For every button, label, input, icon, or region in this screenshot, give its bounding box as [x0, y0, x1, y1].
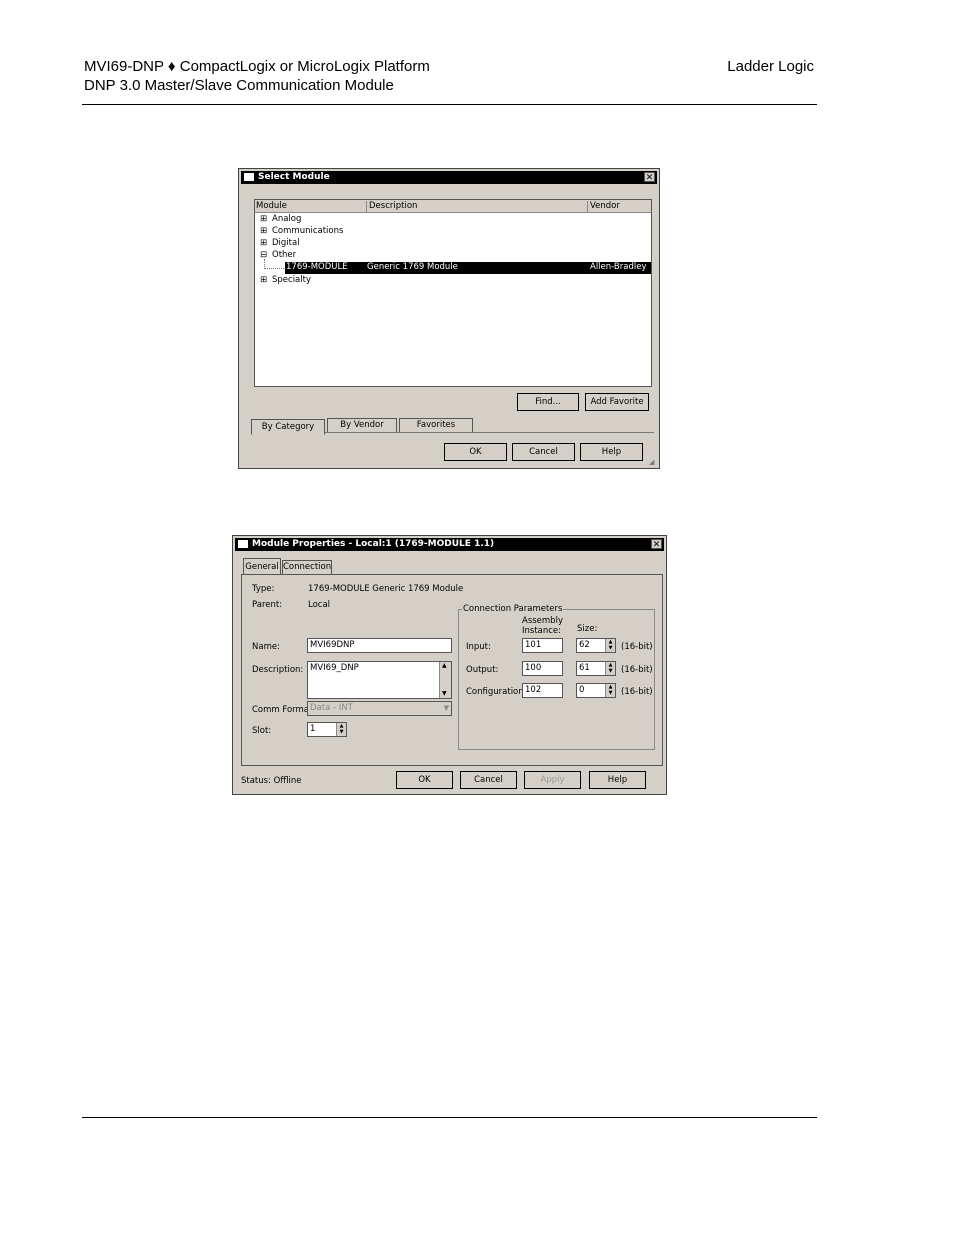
expand-icon[interactable]: ⊞	[260, 214, 267, 225]
module-properties-titlebar[interactable]: Module Properties - Local:1 (1769-MODULE…	[235, 538, 664, 551]
window-icon	[238, 540, 248, 548]
name-field[interactable]: MVI69DNP	[307, 638, 452, 653]
configuration-label: Configuration:	[466, 687, 527, 697]
select-module-dialog: Select Module ✕ Module Description Vendo…	[238, 168, 660, 469]
tree-row-digital[interactable]: ⊞ Digital	[255, 238, 651, 250]
module-properties-dialog: Module Properties - Local:1 (1769-MODULE…	[232, 535, 667, 795]
tree-row-specialty[interactable]: ⊞ Specialty	[255, 275, 651, 287]
spinner-arrows-icon[interactable]: ▲ ▼	[605, 662, 615, 675]
header-title-line1: MVI69-DNP ♦ CompactLogix or MicroLogix P…	[84, 58, 430, 75]
add-favorite-button[interactable]: Add Favorite	[585, 393, 649, 411]
module-vendor: Allen-Bradley	[590, 262, 647, 272]
description-textarea[interactable]: MVI69_DNP ▲ ▼	[307, 661, 452, 699]
tree-item-label: Analog	[272, 214, 302, 224]
spinner-arrows-icon[interactable]: ▲ ▼	[336, 723, 346, 736]
configuration-instance-field[interactable]: 102	[522, 683, 563, 698]
select-module-titlebar[interactable]: Select Module ✕	[241, 171, 657, 184]
header-title-line2: DNP 3.0 Master/Slave Communication Modul…	[84, 77, 394, 94]
tree-row-other[interactable]: ⊟ Other	[255, 250, 651, 262]
configuration-size-value: 0	[579, 685, 585, 695]
select-module-title: Select Module	[258, 172, 330, 182]
tab-favorites[interactable]: Favorites	[399, 418, 473, 432]
description-value: MVI69_DNP	[310, 663, 359, 673]
input-size-value: 62	[579, 640, 590, 650]
close-icon[interactable]: ✕	[651, 539, 662, 550]
scroll-up-icon[interactable]: ▲	[442, 663, 447, 669]
description-scrollbar[interactable]: ▲ ▼	[439, 662, 451, 698]
tree-item-label: Digital	[272, 238, 300, 248]
header-rule	[82, 104, 817, 105]
parent-label: Parent:	[252, 600, 283, 610]
configuration-size-spinner[interactable]: 0 ▲ ▼	[576, 683, 616, 698]
configuration-unit: (16-bit)	[621, 687, 653, 697]
window-icon	[244, 173, 254, 181]
tree-item-label: Other	[272, 250, 297, 260]
input-instance-field[interactable]: 101	[522, 638, 563, 653]
tree-connector	[264, 268, 284, 270]
close-icon[interactable]: ✕	[644, 172, 655, 183]
apply-button[interactable]: Apply	[524, 771, 581, 789]
output-instance-field[interactable]: 100	[522, 661, 563, 676]
output-label: Output:	[466, 665, 499, 675]
column-header-vendor[interactable]: Vendor	[587, 201, 620, 212]
tab-general[interactable]: General	[243, 558, 281, 575]
status-text: Status: Offline	[241, 776, 302, 786]
output-size-value: 61	[579, 663, 590, 673]
comm-format-label: Comm Format:	[252, 705, 316, 715]
spinner-arrows-icon[interactable]: ▲ ▼	[605, 684, 615, 697]
size-label: Size:	[577, 624, 598, 634]
footer-rule	[82, 1117, 817, 1118]
type-value: 1769-MODULE Generic 1769 Module	[308, 584, 464, 594]
module-tree-list[interactable]: Module Description Vendor ⊞ Analog ⊞ Com…	[254, 199, 652, 387]
cancel-button[interactable]: Cancel	[512, 443, 575, 461]
expand-icon[interactable]: ⊞	[260, 238, 267, 249]
help-button[interactable]: Help	[589, 771, 646, 789]
comm-format-value: Data - INT	[310, 703, 353, 713]
connection-parameters-label: Connection Parameters	[462, 604, 564, 615]
module-name: 1769-MODULE	[286, 262, 348, 272]
tab-by-category[interactable]: By Category	[251, 419, 325, 435]
assembly-label-2: Instance:	[522, 626, 562, 636]
module-properties-title: Module Properties - Local:1 (1769-MODULE…	[252, 539, 495, 549]
expand-icon[interactable]: ⊞	[260, 226, 267, 237]
input-label: Input:	[466, 642, 491, 652]
output-size-spinner[interactable]: 61 ▲ ▼	[576, 661, 616, 676]
tree-row-selected[interactable]: 1769-MODULE Generic 1769 Module Allen-Br…	[285, 262, 651, 274]
tab-connection[interactable]: Connection	[282, 560, 332, 574]
tab-by-vendor[interactable]: By Vendor	[327, 418, 397, 432]
expand-icon[interactable]: ⊞	[260, 275, 267, 286]
chevron-down-icon[interactable]: ▼	[444, 702, 449, 715]
header-section: Ladder Logic	[727, 58, 814, 75]
name-label: Name:	[252, 642, 280, 652]
slot-label: Slot:	[252, 726, 272, 736]
ok-button[interactable]: OK	[444, 443, 507, 461]
tree-item-label: Communications	[272, 226, 344, 236]
output-unit: (16-bit)	[621, 665, 653, 675]
column-header-description[interactable]: Description	[366, 201, 417, 212]
parent-value: Local	[308, 600, 331, 610]
list-header: Module Description Vendor	[255, 200, 651, 213]
column-header-module[interactable]: Module	[256, 201, 287, 212]
description-label: Description:	[252, 665, 304, 675]
ok-button[interactable]: OK	[396, 771, 453, 789]
input-unit: (16-bit)	[621, 642, 653, 652]
type-label: Type:	[252, 584, 275, 594]
cancel-button[interactable]: Cancel	[460, 771, 517, 789]
tree-row-communications[interactable]: ⊞ Communications	[255, 226, 651, 238]
comm-format-select[interactable]: Data - INT ▼	[307, 701, 452, 716]
slot-value: 1	[310, 724, 316, 734]
resize-grip-icon[interactable]: ◢	[649, 458, 657, 466]
help-button[interactable]: Help	[580, 443, 643, 461]
input-size-spinner[interactable]: 62 ▲ ▼	[576, 638, 616, 653]
module-description: Generic 1769 Module	[367, 262, 458, 272]
tree-item-label: Specialty	[272, 275, 311, 285]
spinner-arrows-icon[interactable]: ▲ ▼	[605, 639, 615, 652]
find-button[interactable]: Find...	[517, 393, 579, 411]
scroll-down-icon[interactable]: ▼	[442, 691, 447, 697]
slot-spinner[interactable]: 1 ▲ ▼	[307, 722, 347, 737]
tree-row-analog[interactable]: ⊞ Analog	[255, 214, 651, 226]
